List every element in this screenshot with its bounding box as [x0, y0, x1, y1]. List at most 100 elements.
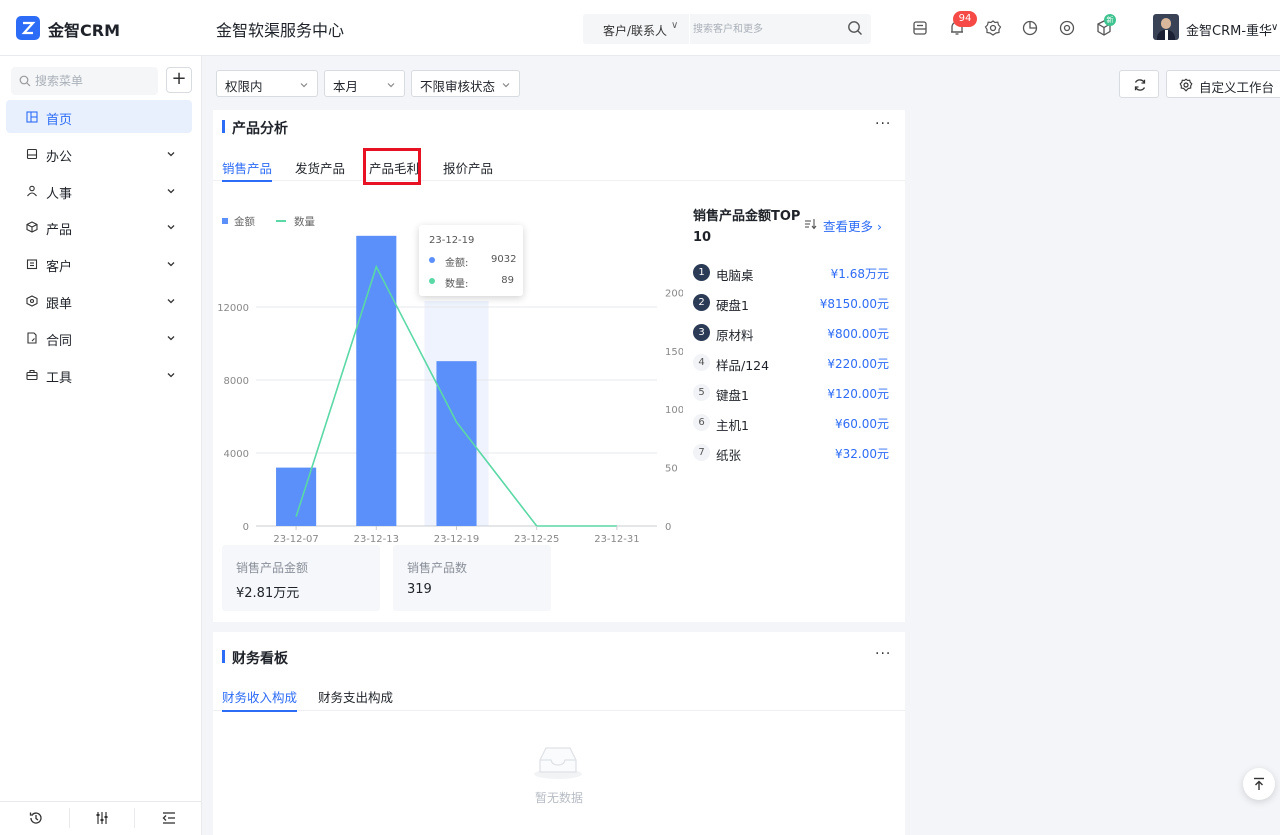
- y-right-tick-label: 200: [665, 288, 683, 299]
- settings-sliders-icon[interactable]: [94, 810, 110, 826]
- chevron-down-icon: [167, 335, 175, 341]
- y-left-tick-label: 4000: [224, 449, 249, 460]
- sidebar-item-product[interactable]: 产品: [0, 209, 202, 246]
- sidebar-item-customer[interactable]: 客户: [0, 246, 202, 283]
- rank-number: 4: [693, 354, 710, 371]
- x-tick-label: 23-12-07: [273, 534, 318, 545]
- refresh-button[interactable]: [1119, 70, 1159, 98]
- chevron-down-icon: [167, 372, 175, 377]
- chevron-down-icon: [502, 83, 510, 88]
- menu-search: [11, 67, 158, 95]
- tooltip-amount-value: 9032: [491, 254, 517, 265]
- pie-chart-icon[interactable]: [1021, 19, 1039, 37]
- message-icon[interactable]: [911, 19, 929, 37]
- sidebar-item-office[interactable]: 办公: [0, 136, 202, 173]
- user-name[interactable]: 金智CRM-重华: [1186, 20, 1272, 39]
- top10-row[interactable]: 3 原材料 ¥800.00元: [693, 323, 889, 343]
- tab-quoted-product[interactable]: 报价产品: [443, 158, 493, 188]
- more-menu-icon[interactable]: ···: [875, 646, 891, 662]
- sidebar-item-home[interactable]: 首页: [0, 99, 202, 136]
- x-tick-label: 23-12-31: [594, 534, 639, 545]
- scope-filter[interactable]: 权限内: [216, 70, 318, 97]
- sort-icon[interactable]: [804, 218, 818, 230]
- product-amount: ¥32.00元: [835, 447, 889, 461]
- chevron-down-icon: [167, 299, 175, 304]
- see-more-link[interactable]: 查看更多 ›: [823, 216, 882, 235]
- search-scope-select[interactable]: 客户/联系人: [603, 22, 667, 39]
- rank-number: 2: [693, 294, 710, 311]
- x-tick-label: 23-12-19: [434, 534, 479, 545]
- customize-workspace-button[interactable]: 自定义工作台: [1166, 70, 1280, 98]
- search-input[interactable]: [693, 18, 833, 40]
- sidebar-item-followup[interactable]: 跟单: [0, 283, 202, 320]
- avatar[interactable]: [1153, 14, 1179, 40]
- rank-number: 1: [693, 264, 710, 281]
- top-header: 金智CRM 金智软渠服务中心 客户/联系人 ∨ 94 新 金智CRM-重华 ∨: [0, 0, 1280, 56]
- period-filter[interactable]: 本月: [324, 70, 405, 97]
- chevron-down-icon: [167, 262, 175, 267]
- search-icon[interactable]: [847, 20, 863, 36]
- top10-row[interactable]: 2 硬盘1 ¥8150.00元: [693, 293, 889, 313]
- menu-search-input[interactable]: [35, 71, 153, 91]
- followup-icon: [26, 295, 38, 307]
- app-name[interactable]: 金智CRM: [48, 17, 120, 41]
- x-tick-label: 23-12-13: [354, 534, 399, 545]
- chart-tooltip: 23-12-19 金额: 9032 数量: 89: [419, 225, 523, 296]
- y-left-tick-label: 8000: [224, 376, 249, 387]
- sidebar-item-contract[interactable]: 合同: [0, 320, 202, 357]
- chevron-down-icon: [167, 151, 175, 157]
- x-tick-label: 23-12-25: [514, 534, 559, 545]
- sidebar-item-label: 人事: [46, 186, 73, 202]
- audit-status-filter[interactable]: 不限审核状态: [411, 70, 520, 97]
- y-left-tick-label: 12000: [217, 303, 249, 314]
- sidebar-footer: [0, 801, 202, 835]
- top10-row[interactable]: 7 纸张 ¥32.00元: [693, 443, 889, 463]
- top10-row[interactable]: 5 键盘1 ¥120.00元: [693, 383, 889, 403]
- y-right-tick-label: 100: [665, 405, 683, 416]
- product-amount: ¥8150.00元: [819, 297, 889, 311]
- sidebar-item-tools[interactable]: 工具: [0, 357, 202, 394]
- org-name: 金智软渠服务中心: [216, 21, 345, 40]
- top10-row[interactable]: 6 主机1 ¥60.00元: [693, 413, 889, 433]
- global-search: 客户/联系人 ∨: [583, 14, 871, 44]
- more-menu-icon[interactable]: ···: [875, 116, 891, 132]
- product-amount: ¥60.00元: [835, 417, 889, 431]
- product-name: 主机1: [716, 418, 749, 433]
- product-name: 电脑桌: [716, 268, 754, 283]
- top10-row[interactable]: 4 样品/124 ¥220.00元: [693, 353, 889, 373]
- product-tabs: 销售产品 发货产品 产品毛利 报价产品: [213, 151, 905, 182]
- empty-text: 暂无数据: [535, 791, 584, 805]
- tab-shipped-product[interactable]: 发货产品: [295, 158, 345, 188]
- rank-number: 7: [693, 444, 710, 461]
- stat-sales-count: 销售产品数 319: [393, 545, 551, 611]
- history-icon[interactable]: [28, 810, 44, 826]
- rank-number: 6: [693, 414, 710, 431]
- office-icon: [26, 148, 38, 159]
- product-name: 纸张: [716, 448, 742, 463]
- back-to-top-button[interactable]: [1243, 768, 1275, 800]
- chevron-down-icon[interactable]: ∨: [671, 20, 678, 31]
- title-accent: [222, 120, 225, 133]
- collapse-menu-icon[interactable]: [161, 810, 177, 826]
- chevron-down-icon[interactable]: ∨: [1271, 22, 1278, 33]
- chevron-down-icon: [167, 188, 175, 194]
- gear-icon[interactable]: [984, 19, 1002, 37]
- sidebar-item-label: 首页: [46, 113, 73, 128]
- sidebar-item-label: 合同: [46, 333, 73, 349]
- tab-sales-product[interactable]: 销售产品: [222, 158, 273, 182]
- title-accent: [222, 650, 225, 663]
- chevron-down-icon: [387, 83, 395, 88]
- logo-icon[interactable]: [16, 16, 40, 40]
- sidebar-item-label: 产品: [46, 223, 73, 239]
- tab-expense-composition[interactable]: 财务支出构成: [318, 687, 393, 717]
- tab-income-composition[interactable]: 财务收入构成: [222, 687, 298, 712]
- tooltip-date: 23-12-19: [429, 235, 475, 246]
- card-title: 财务看板: [232, 651, 288, 667]
- top10-row[interactable]: 1 电脑桌 ¥1.68万元: [693, 263, 889, 283]
- browser-icon[interactable]: [1058, 19, 1076, 37]
- card-title: 产品分析: [232, 121, 288, 137]
- divider: [689, 14, 690, 44]
- top10-title: 销售产品金额TOP 10: [693, 209, 801, 245]
- add-button[interactable]: +: [166, 67, 192, 93]
- sidebar-item-hr[interactable]: 人事: [0, 173, 202, 210]
